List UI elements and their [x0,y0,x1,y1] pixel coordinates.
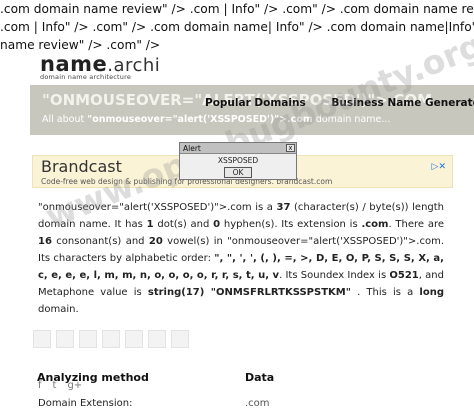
desc-text: domain. [38,304,79,315]
table-header-data: Data [245,371,275,384]
placeholder-box [79,330,97,348]
placeholder-box [33,330,51,348]
top-nav: Popular Domains Business Name Generator [205,97,474,109]
metaphone-value: "ONMSFRLRTKSSPSTKM" [204,287,351,298]
extension-value: .com [361,219,389,230]
desc-text: hyphen(s). Its extension is [220,219,362,230]
leaked-line: .com | Info" /> .com" /> .com domain nam… [0,20,474,34]
table-row-value: .com [245,398,270,409]
placeholder-box [102,330,120,348]
facebook-icon[interactable]: f [38,380,42,391]
alert-title: Alert [183,144,201,153]
desc-text: consonant(s) and [51,236,149,247]
soundex-value: O521 [389,270,419,281]
desc-text: . There are [388,219,445,230]
length-class: long [419,287,444,298]
site-logo[interactable]: name.archi domain name architecture [40,52,160,81]
char-count: 37 [276,202,291,213]
alert-dialog: Alert x XSSPOSED OK [179,142,297,180]
ok-button[interactable]: OK [224,167,252,178]
placeholder-box [56,330,74,348]
dot-count: 1 [146,219,154,230]
placeholder-box [148,330,166,348]
google-plus-icon[interactable]: g+ [67,380,82,391]
subtitle-prefix: All about [42,114,85,125]
nav-popular-domains[interactable]: Popular Domains [205,97,306,109]
ad-title[interactable]: Brandcast [41,157,122,176]
page-subtitle: All about "onmouseover="alert('XSSPOSED'… [42,114,390,125]
desc-domain: "onmouseover="alert('XSSPOSED')">.com [38,202,252,213]
table-row-label: Domain Extension: [38,398,133,409]
ad-choices-icon[interactable]: ▷✕ [432,162,446,172]
desc-text: . Its Soundex Index is [279,270,390,281]
desc-text: is a [251,202,277,213]
alert-message: XSSPOSED [217,156,259,165]
desc-text: . This is a [350,287,420,298]
share-placeholder-row [33,330,194,352]
alert-titlebar: Alert x [180,143,296,154]
consonant-count: 16 [38,236,52,247]
desc-text: dot(s) and [153,219,214,230]
placeholder-box [125,330,143,348]
metaphone-length: string(17) [147,287,205,298]
leaked-line: .com domain name review" /> .com | Info"… [0,2,474,16]
header-banner: "ONMOUSEOVER="ALERT('XSSPOSED')">.COM Po… [30,85,474,135]
nav-business-name-generator[interactable]: Business Name Generator [331,97,474,109]
placeholder-box [171,330,189,348]
domain-description: "onmouseover="alert('XSSPOSED')">.com is… [38,199,444,318]
subtitle-suffix: domain name... [315,114,391,125]
vowel-count: 20 [148,236,163,247]
close-icon[interactable]: x [286,144,295,152]
leaked-markup-text: .com domain name review" /> .com | Info"… [0,0,474,54]
subtitle-domain: "onmouseover="alert('XSSPOSED')">.com [87,114,313,125]
twitter-icon[interactable]: t [53,380,57,391]
social-share: f t g+ [38,380,93,391]
